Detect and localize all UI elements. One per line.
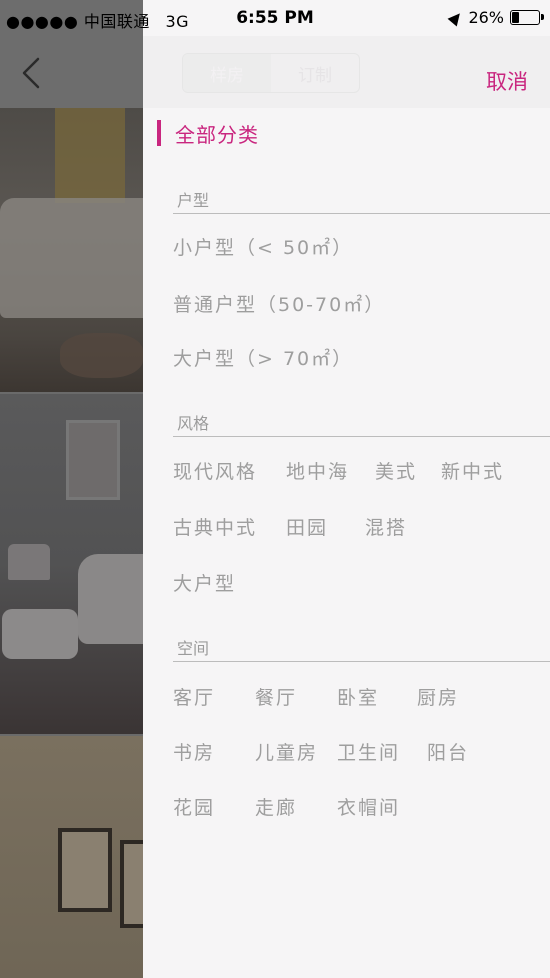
option-american[interactable]: 美式 [375,457,417,484]
battery-icon [510,10,544,25]
room-photo-bedroom [0,394,148,734]
segment-control: 样房 订制 [182,53,360,93]
option-normal-house[interactable]: 普通户型（50-70㎡） [173,290,385,317]
option-study[interactable]: 书房 [173,738,215,765]
drawer-header: 样房 订制 取消 [143,36,550,108]
option-new-chinese[interactable]: 新中式 [441,457,504,484]
section-divider [173,213,550,214]
option-mixed[interactable]: 混搭 [365,513,407,540]
option-pastoral[interactable]: 田园 [286,513,328,540]
section-divider [173,661,550,662]
back-chevron-icon[interactable] [18,56,44,90]
option-large-style[interactable]: 大户型 [173,569,236,596]
all-categories[interactable]: 全部分类 [157,118,259,148]
status-right: 26% [447,8,544,27]
option-mediterranean[interactable]: 地中海 [286,457,349,484]
section-title-space: 空间 [177,639,210,658]
option-bedroom[interactable]: 卧室 [337,683,379,710]
all-categories-label: 全部分类 [175,122,259,147]
room-photo-hall [0,736,158,978]
option-corridor[interactable]: 走廊 [255,793,297,820]
location-arrow-icon [447,9,465,26]
section-title-style: 风格 [177,414,210,433]
option-large-house[interactable]: 大户型（> 70㎡） [173,344,353,371]
option-dining-room[interactable]: 餐厅 [255,683,297,710]
option-living-room[interactable]: 客厅 [173,683,215,710]
battery-percent: 26% [468,8,504,27]
section-divider [173,436,550,437]
option-modern[interactable]: 现代风格 [173,457,257,484]
option-classical-chinese[interactable]: 古典中式 [173,513,257,540]
background-content [0,0,158,978]
option-cloakroom[interactable]: 衣帽间 [337,793,400,820]
room-photo-living [0,108,143,392]
status-bar: ●●●●● 中国联通 3G 6:55 PM 26% [0,0,550,36]
option-kids-room[interactable]: 儿童房 [255,738,318,765]
selected-indicator [157,120,161,146]
option-garden[interactable]: 花园 [173,793,215,820]
option-small-house[interactable]: 小户型（< 50㎡） [173,233,353,260]
segment-custom[interactable]: 订制 [271,54,359,92]
cancel-button[interactable]: 取消 [486,66,528,96]
option-bathroom[interactable]: 卫生间 [337,738,400,765]
filter-drawer: 样房 订制 取消 全部分类 户型 小户型（< 50㎡） 普通户型（50-70㎡）… [143,0,550,978]
segment-sample-rooms[interactable]: 样房 [183,54,271,92]
option-kitchen[interactable]: 厨房 [417,683,459,710]
section-title-house-type: 户型 [177,191,210,210]
option-balcony[interactable]: 阳台 [427,738,469,765]
